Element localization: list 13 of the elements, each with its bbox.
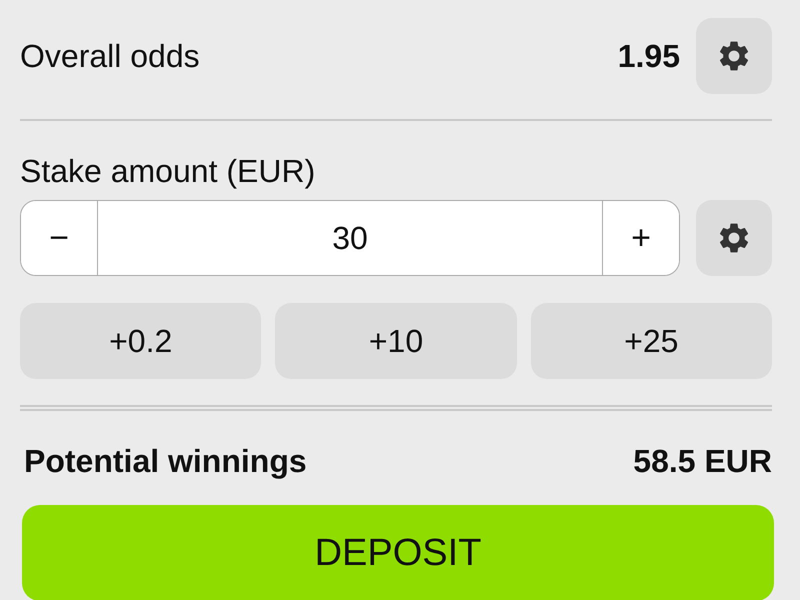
settings-button[interactable] <box>696 200 772 276</box>
quick-amount-button[interactable]: +0.2 <box>20 303 262 379</box>
potential-winnings-label: Potential winnings <box>24 442 307 480</box>
stake-label: Stake amount (EUR) <box>20 152 316 191</box>
quick-amount-button[interactable]: +10 <box>275 303 517 379</box>
quick-amount-button[interactable]: +25 <box>530 303 772 379</box>
stake-input-field[interactable]: 30 <box>97 201 603 275</box>
overall-odds-label: Overall odds <box>20 38 200 74</box>
potential-winnings-value: 58.5 EUR <box>633 442 772 480</box>
stake-stepper[interactable]: − 30 + <box>20 200 680 276</box>
settings-button[interactable] <box>696 18 772 94</box>
overall-odds-value: 1.95 <box>618 38 680 74</box>
deposit-button[interactable]: DEPOSIT <box>22 505 774 600</box>
